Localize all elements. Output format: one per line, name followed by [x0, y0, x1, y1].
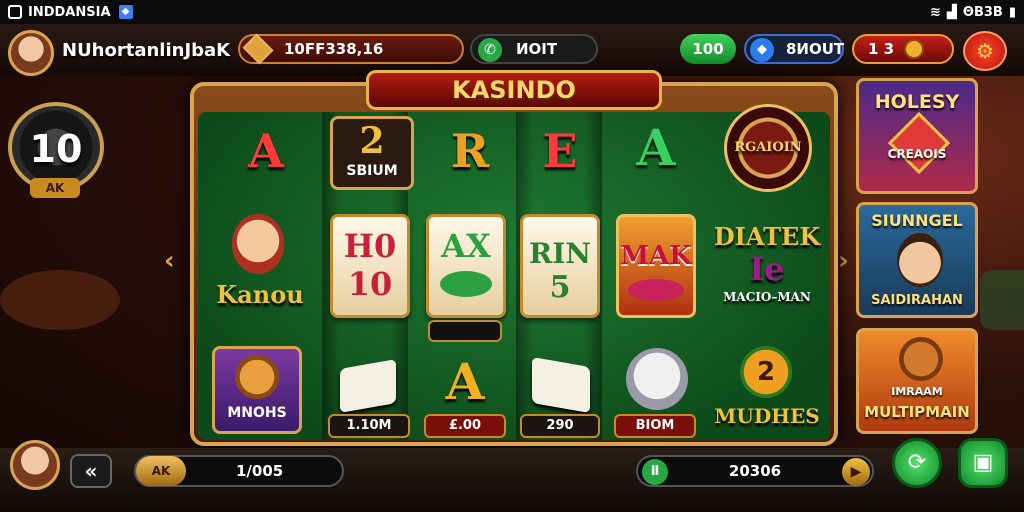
- thumb-1-title: HOLESY: [874, 91, 960, 113]
- red-currency-value: 1 3: [868, 40, 895, 58]
- player-avatar[interactable]: [8, 30, 54, 76]
- settings-gear-button[interactable]: ⚙: [963, 31, 1007, 71]
- slot-tile-2: AX: [426, 214, 506, 318]
- level-badge: AK: [30, 178, 80, 198]
- wifi-icon: ≋: [930, 4, 941, 20]
- gem-icon: [887, 111, 951, 175]
- blue-currency-value: 8ИOUT: [786, 40, 845, 58]
- coin-icon: [904, 39, 925, 59]
- lion-face: [235, 355, 279, 399]
- notification-icon: ◆: [118, 5, 133, 19]
- coin-balance[interactable]: 10FF338,16: [238, 33, 464, 65]
- fox-character: [899, 337, 943, 381]
- green-counter-value: 100: [692, 40, 724, 58]
- blue-currency-pill[interactable]: ◆ 8ИOUT: [744, 34, 844, 64]
- symbol-a-gold: A: [445, 352, 485, 411]
- symbol-a-green: A: [636, 118, 676, 177]
- hero-portrait: [897, 233, 943, 287]
- diamond-icon: ◆: [750, 38, 774, 62]
- slot-3-bottom: 5: [549, 270, 571, 305]
- slot-2-plate: [428, 320, 502, 342]
- lips-icon: [628, 279, 684, 301]
- red-currency-pill[interactable]: 1 3: [852, 34, 954, 64]
- dialek-title: DIATEK: [713, 222, 821, 251]
- status-bar: INDDANSIA ◆ ≋ ▟ ΘB3B ▮: [0, 0, 1024, 24]
- battery-icon: ▮: [1008, 4, 1016, 20]
- mnohs-tile: MNOHS: [212, 346, 302, 434]
- game-thumbnail-multipmain[interactable]: IMRAAM MULTIPMAIN: [856, 328, 978, 434]
- slot-1-bottom: 10: [347, 265, 393, 303]
- slot-2-top: AX: [441, 227, 491, 265]
- value-label-2: £.00: [424, 414, 506, 438]
- signal-icon: ▟: [946, 4, 957, 20]
- mnohs-title: MNOHS: [227, 405, 287, 421]
- symbol-r: R: [450, 124, 490, 178]
- symbol-e: E: [542, 124, 578, 178]
- game-thumbnail-holesy[interactable]: HOLESY CREAOIS: [856, 78, 978, 194]
- win-field: Ⅱ 20306 ▶: [636, 455, 874, 487]
- value-label-4: BIOM: [614, 414, 696, 438]
- leaf-icon: [440, 271, 492, 297]
- slot-3-top: RIN: [529, 237, 591, 270]
- mot-label: ИOIT: [516, 40, 558, 58]
- right-arrow-icon[interactable]: ›: [838, 246, 849, 276]
- card-2-big: 2: [359, 120, 385, 162]
- chevron-left-icon: «: [84, 459, 98, 483]
- back-button[interactable]: «: [70, 454, 112, 488]
- gem-icon: [242, 33, 274, 65]
- slot-tile-1: H0 10: [330, 214, 410, 318]
- game-screen: INDDANSIA ◆ ≋ ▟ ΘB3B ▮ NUhortanlinJbaK 1…: [0, 0, 1024, 512]
- slot-tile-4: MAK: [616, 214, 696, 318]
- bet-badge: AK: [136, 456, 186, 486]
- mudhes-label: MUDHES: [714, 404, 820, 428]
- status-right: ≋ ▟ ΘB3B ▮: [930, 5, 1016, 20]
- green-counter-button[interactable]: 100: [680, 34, 736, 64]
- phone-icon: ✆: [478, 38, 502, 62]
- value-label-1: 1.10M: [328, 414, 410, 438]
- level-number: 10: [29, 127, 83, 171]
- status-app-name: INDDANSIA: [28, 4, 111, 20]
- mudhes-coin: 2: [740, 346, 792, 398]
- bet-value: 1/005: [236, 462, 284, 480]
- wolf-character: [626, 348, 688, 410]
- mot-pill[interactable]: ✆ ИOIT: [470, 34, 598, 64]
- menu-icon: ▣: [972, 450, 994, 475]
- thumb-2-subtitle: SAIDIRAHAN: [871, 293, 963, 308]
- thumb-3-title: MULTIPMAIN: [864, 403, 970, 421]
- game-thumbnail-siunngel[interactable]: SIUNNGEL SAIDIRAHAN: [856, 202, 978, 318]
- background-table-right: [980, 270, 1024, 330]
- thumb-1-subtitle: CREAOIS: [887, 147, 947, 161]
- machine-title: KASINDO: [366, 70, 662, 110]
- slot-4-top: MAK: [620, 241, 692, 271]
- win-value: 20306: [728, 462, 782, 480]
- bet-field[interactable]: AK 1/005: [134, 455, 344, 487]
- card-2-small: SBIUM: [346, 163, 398, 179]
- slot-tile-3: RIN 5: [520, 214, 600, 318]
- refresh-icon: ⟳: [907, 450, 927, 475]
- pause-icon[interactable]: Ⅱ: [642, 459, 668, 485]
- left-arrow-icon[interactable]: ‹: [164, 246, 175, 276]
- kanon-label: Kanou: [216, 280, 304, 309]
- character-girl: [232, 214, 284, 274]
- value-label-3: 290: [520, 414, 600, 438]
- dialek-subtitle: MACIO–MAN: [723, 290, 811, 304]
- symbol-card-2: 2 SBIUM: [330, 116, 414, 190]
- dialek-number: Ie: [749, 250, 785, 288]
- play-arrow-icon[interactable]: ▶: [842, 458, 870, 486]
- menu-button[interactable]: ▣: [958, 438, 1008, 488]
- refresh-button[interactable]: ⟳: [892, 438, 942, 488]
- player-username: NUhortanlinJbaK: [62, 40, 231, 61]
- thumb-2-title: SIUNNGEL: [871, 211, 963, 230]
- bottom-avatar[interactable]: [10, 440, 60, 490]
- status-time: ΘB3B: [962, 4, 1003, 20]
- coin-balance-value: 10FF338,16: [284, 40, 384, 58]
- lock-icon: [8, 5, 22, 19]
- thumb-3-subtitle: IMRAAM: [891, 385, 943, 398]
- background-table: [0, 270, 120, 330]
- roulette-label: RGAIOIN: [734, 140, 802, 155]
- symbol-a-red: A: [248, 124, 284, 178]
- slot-1-top: H0: [343, 227, 397, 265]
